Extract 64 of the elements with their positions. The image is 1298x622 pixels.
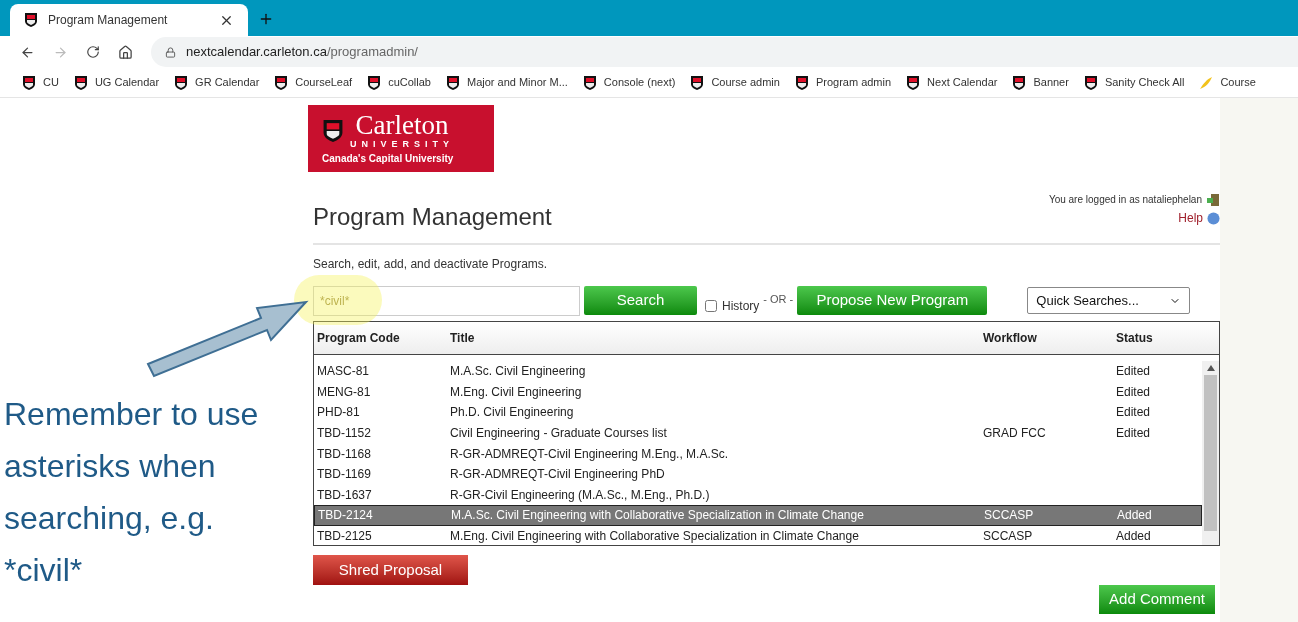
logout-icon[interactable] bbox=[1206, 192, 1220, 207]
table-row[interactable]: TBD-1637 R-GR-Civil Engineering (M.A.Sc., M.Eng., Ph.D.) bbox=[314, 484, 1202, 506]
scrollbar[interactable] bbox=[1202, 361, 1219, 545]
column-header[interactable]: Workflow bbox=[983, 329, 1116, 347]
table-row[interactable]: MASC-81 M.A.Sc. Civil Engineering Edited bbox=[314, 361, 1202, 382]
bookmark[interactable]: Next Calendar bbox=[906, 74, 998, 91]
column-header[interactable]: Title bbox=[450, 329, 983, 347]
bookmark[interactable]: cuCollab bbox=[367, 74, 431, 91]
browser-tab[interactable]: Program Management bbox=[10, 4, 248, 36]
back-icon[interactable] bbox=[20, 44, 35, 60]
bookmark[interactable]: Course bbox=[1199, 74, 1256, 91]
quick-searches-select[interactable]: Quick Searches... bbox=[1027, 287, 1191, 314]
bookmark[interactable]: CourseLeaf bbox=[274, 74, 353, 91]
shield-icon bbox=[906, 74, 921, 91]
or-text: - OR - bbox=[763, 291, 794, 307]
shield-icon bbox=[22, 74, 36, 91]
shield-icon bbox=[174, 74, 189, 91]
bookmark[interactable]: UG Calendar bbox=[73, 74, 160, 91]
shield-icon bbox=[690, 74, 705, 91]
column-header[interactable]: Status bbox=[1116, 329, 1216, 347]
description-text: Search, edit, add, and deactivate Programs. bbox=[313, 256, 549, 273]
table-row[interactable]: PHD-81 Ph.D. Civil Engineering Edited bbox=[314, 402, 1202, 423]
favicon-icon bbox=[24, 12, 38, 28]
lock-icon bbox=[165, 46, 176, 58]
shred-button[interactable]: Shred Proposal bbox=[313, 555, 468, 585]
reload-icon[interactable] bbox=[86, 45, 100, 59]
history-checkbox[interactable] bbox=[705, 299, 717, 312]
shield-icon bbox=[274, 74, 289, 91]
annotation-text: Remember to use asterisks when searching, e.g. *civil* bbox=[4, 395, 260, 590]
university-logo: Carleton UNIVERSITY Canada's Capital University bbox=[308, 105, 494, 172]
tab-title: Program Management bbox=[48, 12, 169, 29]
scroll-up-icon[interactable] bbox=[1206, 365, 1215, 371]
shield-icon bbox=[582, 74, 597, 91]
shield-icon bbox=[794, 74, 809, 91]
bookmark[interactable]: GR Calendar bbox=[174, 74, 260, 91]
table-row[interactable]: TBD-1152 Civil Engineering - Graduate Courses list GRAD FCC Edited bbox=[314, 422, 1202, 444]
shield-icon bbox=[367, 74, 382, 91]
address-bar[interactable]: nextcalendar.carleton.ca/programadmin/ bbox=[151, 37, 1298, 67]
bookmark[interactable]: Sanity Check All bbox=[1083, 74, 1185, 91]
home-icon[interactable] bbox=[118, 44, 133, 60]
bookmark[interactable]: Course admin bbox=[690, 74, 780, 91]
bookmark[interactable]: Console (next) bbox=[582, 74, 676, 91]
table-row[interactable]: TBD-1168 R-GR-ADMREQT-Civil Engineering M.Eng., M.A.Sc. bbox=[314, 443, 1202, 464]
bookmark[interactable]: Program admin bbox=[794, 74, 892, 91]
page-title: Program Management bbox=[313, 202, 552, 232]
help-icon[interactable] bbox=[1207, 211, 1220, 225]
new-tab-icon[interactable] bbox=[258, 11, 274, 27]
table-row[interactable]: TBD-1169 R-GR-ADMREQT-Civil Engineering PhD bbox=[314, 463, 1202, 485]
shield-icon bbox=[1012, 74, 1027, 91]
url-text: nextcalendar.carleton.ca/programadmin/ bbox=[186, 43, 418, 62]
shield-icon bbox=[1083, 74, 1098, 91]
column-header[interactable]: Program Code bbox=[317, 329, 450, 347]
table-row[interactable]: TBD-2124 M.A.Sc. Civil Engineering with Collaborative Specialization in Climate Change SCCASP Added bbox=[314, 505, 1202, 526]
bookmark[interactable]: CU bbox=[22, 74, 59, 91]
leaf-icon bbox=[1199, 75, 1214, 90]
bookmark[interactable]: Major and Minor M... bbox=[446, 74, 568, 91]
help-link[interactable]: Help bbox=[1178, 209, 1203, 227]
bookmark[interactable]: Banner bbox=[1012, 74, 1069, 91]
table-row[interactable]: MENG-81 M.Eng. Civil Engineering Edited bbox=[314, 381, 1202, 403]
shield-icon bbox=[446, 74, 460, 91]
table-row[interactable]: TBD-2125 M.Eng. Civil Engineering with Collaborative Specialization in Climate Change SCCASP Added bbox=[314, 525, 1202, 547]
shield-icon bbox=[73, 74, 88, 91]
history-label: History bbox=[722, 297, 760, 315]
login-text: You are logged in as nataliephelan bbox=[1048, 193, 1202, 207]
